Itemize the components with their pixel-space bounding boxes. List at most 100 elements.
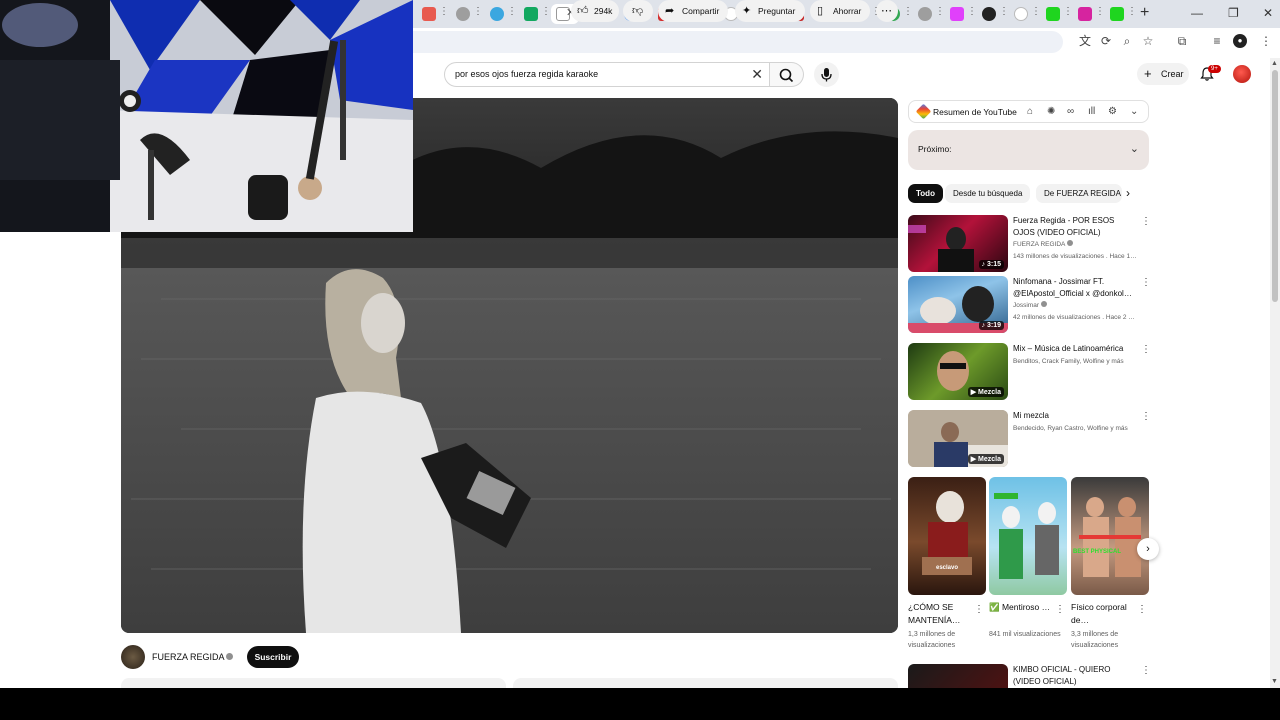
thumbnail-art (1079, 497, 1141, 577)
duration-badge: ♪ 3:15 (978, 260, 1004, 269)
browser-tab[interactable]: ⋮ (485, 4, 517, 24)
recommendation-item[interactable]: ♪ 3:19 Ninfomana - Jossimar FT. @ElApost… (908, 276, 1151, 333)
short-title[interactable]: Físico corporal de… (1071, 601, 1137, 627)
search-box[interactable]: por esos ojos fuerza regida karaoke ✕ (444, 62, 770, 87)
duration-badge: ♪ 3:19 (978, 321, 1004, 330)
dislike-button[interactable]: 👎︎ (623, 0, 653, 22)
share-button[interactable]: ➦ Compartir (658, 0, 728, 22)
new-tab-button[interactable]: + (1140, 4, 1149, 22)
more-options-icon[interactable]: ⋮ (1137, 604, 1147, 615)
screen: ⋮ ⋮ ⋮ ⋮ ✕ ⋮ ⋮ ⋮ ⋮ ⋮ ⋮ ⋮ ⋮ ⋮ ⋮ ⋮ ⋮ ⋮ ⋮ ⋮ … (0, 0, 1280, 720)
more-options-icon[interactable]: ⋮ (1141, 216, 1151, 227)
more-options-icon[interactable]: ⋮ (974, 604, 984, 615)
profile-icon[interactable]: ● (1233, 34, 1247, 48)
short-thumbnail[interactable] (989, 477, 1067, 595)
more-options-icon[interactable]: ⋮ (1141, 411, 1151, 422)
recommendation-item[interactable]: ▶ Mezcla Mi mezcla Bendecido, Ryan Castr… (908, 410, 1151, 467)
browser-tab[interactable]: ⋮ (945, 4, 977, 24)
webcam-overlay (0, 0, 413, 232)
browser-tab[interactable]: ⋮ (1073, 4, 1105, 24)
audio-wave-icon[interactable]: ıll (1088, 106, 1095, 117)
account-avatar[interactable] (1233, 65, 1251, 83)
create-button[interactable]: + Crear (1137, 63, 1189, 85)
more-actions-button[interactable]: ⋯ (876, 0, 898, 22)
short-title[interactable]: ¿CÓMO SE MANTENÍA… (908, 601, 974, 627)
translate-icon[interactable]: 文 (1078, 34, 1092, 48)
subscribe-button[interactable]: Suscribir (247, 646, 299, 668)
extensions-icon[interactable]: ⧉ (1175, 34, 1189, 48)
chip-from-channel[interactable]: De FUERZA REGIDA (1036, 184, 1122, 203)
recommendation-item[interactable]: KIMBO OFICIAL - QUIERO (VIDEO OFICIAL) ⋮ (908, 664, 1149, 688)
shorts-next-button[interactable]: › (1137, 538, 1159, 560)
recommendation-channel: Bendecido, Ryan Castro, Wolfine y más (1013, 425, 1128, 432)
more-options-icon[interactable]: ⋮ (1141, 344, 1151, 355)
reload-app-icon[interactable]: ⟳ (1099, 34, 1113, 48)
summary-label: Resumen de YouTube (933, 107, 1017, 117)
recommendation-title[interactable]: KIMBO OFICIAL - QUIERO (VIDEO OFICIAL) (1013, 664, 1138, 687)
scroll-down-arrow-icon[interactable]: ▼ (1271, 678, 1278, 685)
zoom-icon[interactable]: ⌕ (1120, 34, 1134, 48)
browser-tab[interactable]: ⋮ (1009, 4, 1041, 24)
create-label: Crear (1161, 69, 1184, 79)
short-title[interactable]: ✅ Mentiroso … (989, 601, 1055, 614)
ask-button[interactable]: ✦ Preguntar (735, 0, 805, 22)
browser-tab[interactable]: ⋮ (913, 4, 945, 24)
chevron-right-icon[interactable]: › (1126, 186, 1130, 200)
browser-tab[interactable]: ⋮ (417, 4, 449, 24)
browser-menu-icon[interactable]: ⋮ (1259, 34, 1273, 48)
browser-tab[interactable]: ⋮ (519, 4, 551, 24)
video-thumbnail[interactable]: ▶ Mezcla (908, 343, 1008, 400)
search-button[interactable] (770, 62, 804, 87)
recommendation-title[interactable]: Mix – Música de Latinoamérica (1013, 343, 1138, 355)
like-button[interactable]: 👍︎ 294k (571, 0, 619, 22)
thumbnail-art (922, 491, 972, 575)
recommendation-channel: Jossimar (1013, 301, 1146, 310)
more-options-icon[interactable]: ⋮ (1055, 604, 1065, 615)
browser-tab[interactable]: ⋮ (1041, 4, 1073, 24)
scroll-up-arrow-icon[interactable]: ▲ (1271, 60, 1278, 67)
sparkle-icon: ✦ (742, 5, 752, 17)
video-thumbnail[interactable]: ♪ 3:15 (908, 215, 1008, 272)
chevron-down-icon[interactable]: ⌄ (1130, 142, 1139, 155)
recommendation-title[interactable]: Mi mezcla (1013, 410, 1138, 422)
recommendation-title[interactable]: Fuerza Regida - POR ESOS OJOS (VIDEO OFI… (1013, 215, 1138, 238)
thumbs-down-icon: 👎︎ (632, 5, 644, 17)
chip-from-search[interactable]: Desde tu búsqueda (945, 184, 1031, 203)
glasses-icon[interactable]: ∞ (1067, 106, 1074, 117)
address-bar[interactable] (413, 31, 1063, 53)
chip-all[interactable]: Todo (908, 184, 943, 203)
browser-tab[interactable]: ⋮ (977, 4, 1009, 24)
recommendation-item[interactable]: ▶ Mezcla Mix – Música de Latinoamérica B… (908, 343, 1151, 400)
channel-avatar[interactable] (121, 645, 145, 669)
youtube-summary-panel[interactable]: Resumen de YouTube ⌂ ✺ ∞ ıll ⚙ ⌄ (908, 100, 1149, 123)
short-thumbnail[interactable]: esclavo (908, 477, 986, 595)
openai-icon[interactable]: ✺ (1047, 106, 1055, 117)
maximize-icon[interactable]: ❐ (1228, 6, 1239, 20)
channel-name[interactable]: FUERZA REGIDA (152, 652, 225, 662)
recommendation-item[interactable]: ♪ 3:15 Fuerza Regida - POR ESOS OJOS (VI… (908, 215, 1151, 272)
minimize-icon[interactable]: — (1191, 6, 1203, 20)
browser-tab[interactable]: ⋮ (1105, 4, 1137, 24)
like-count: 294k (594, 6, 613, 16)
bookmark-star-icon[interactable]: ☆ (1141, 34, 1155, 48)
video-thumbnail[interactable]: ▶ Mezcla (908, 410, 1008, 467)
media-control-icon[interactable]: ≡ (1210, 34, 1224, 48)
search-input[interactable]: por esos ojos fuerza regida karaoke (455, 69, 598, 79)
video-thumbnail[interactable] (908, 664, 1008, 688)
robot-icon[interactable]: ⌂ (1027, 106, 1033, 117)
more-options-icon[interactable]: ⋮ (1141, 665, 1149, 676)
scrollbar-thumb[interactable] (1272, 70, 1278, 302)
close-window-icon[interactable]: ✕ (1263, 6, 1273, 20)
clear-search-icon[interactable]: ✕ (751, 66, 763, 83)
video-thumbnail[interactable]: ♪ 3:19 (908, 276, 1008, 333)
browser-tab[interactable]: ⋮ (451, 4, 483, 24)
recommendation-title[interactable]: Ninfomana - Jossimar FT. @ElApostol_Offi… (1013, 276, 1138, 299)
voice-search-button[interactable] (814, 62, 839, 87)
short-thumbnail[interactable]: BEST PHYSICAL (1071, 477, 1149, 595)
chevron-down-icon[interactable]: ⌄ (1130, 106, 1138, 117)
settings-gear-icon[interactable]: ⚙ (1108, 106, 1117, 117)
browser-toolbar: 文 ⟳ ⌕ ☆ ⧉ ≡ ● ⋮ (413, 28, 1280, 56)
up-next-panel[interactable]: Próximo: ⌄ (908, 130, 1149, 170)
more-options-icon[interactable]: ⋮ (1141, 277, 1151, 288)
save-button[interactable]: ▯ Ahorrar (810, 0, 870, 22)
